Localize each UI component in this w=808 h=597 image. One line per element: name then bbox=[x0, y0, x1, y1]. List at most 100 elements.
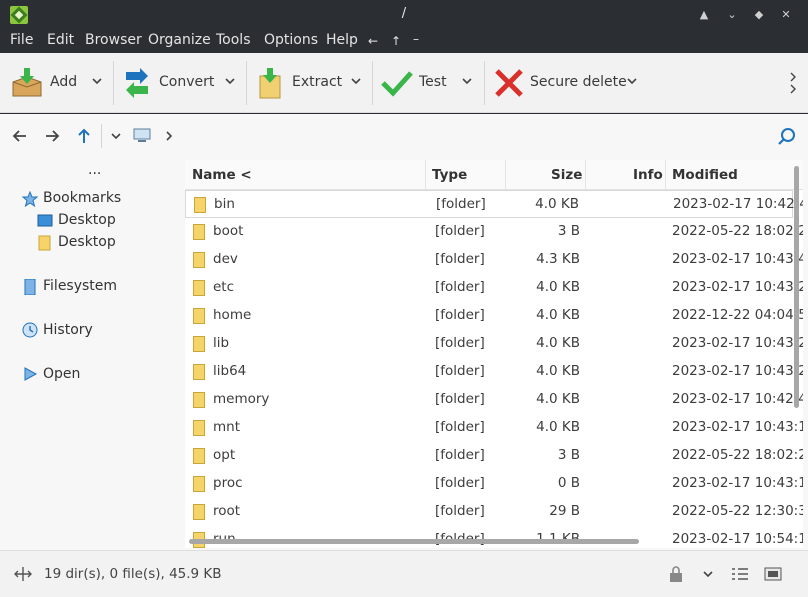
cell-size: 4.3 KB bbox=[536, 251, 580, 267]
search-icon[interactable] bbox=[777, 127, 797, 147]
sidebar-item-history[interactable]: History bbox=[43, 322, 93, 338]
cell-modified: 2023-02-17 10:42:45 bbox=[672, 391, 803, 407]
column-header-size[interactable]: Size bbox=[551, 167, 582, 183]
maximize-icon[interactable]: ◆ bbox=[751, 7, 767, 23]
folder-icon bbox=[193, 504, 205, 520]
toolbar-separator bbox=[113, 61, 114, 105]
column-header-type[interactable]: Type bbox=[432, 167, 467, 183]
minimize-icon[interactable]: ⌄ bbox=[724, 7, 740, 23]
folder-icon bbox=[193, 420, 205, 436]
cell-name: bin bbox=[214, 196, 235, 212]
column-separator[interactable] bbox=[585, 160, 586, 190]
sidebar-item-open[interactable]: Open bbox=[43, 366, 80, 382]
table-row[interactable]: etc [folder] 4.0 KB 2023-02-17 10:43:25 bbox=[185, 274, 803, 302]
menu-tools[interactable]: Tools bbox=[216, 32, 251, 48]
history-dropdown-icon[interactable] bbox=[110, 130, 122, 142]
main-area: ... Bookmarks Desktop Desktop Filesystem… bbox=[0, 158, 808, 550]
desktop-icon bbox=[37, 214, 53, 227]
cell-modified: 2023-02-17 10:43:25 bbox=[672, 363, 803, 379]
table-row[interactable]: boot [folder] 3 B 2022-05-22 18:02:25 bbox=[185, 218, 803, 246]
table-row[interactable]: root [folder] 29 B 2022-05-22 12:30:39 bbox=[185, 498, 803, 526]
table-row[interactable]: lib64 [folder] 4.0 KB 2023-02-17 10:43:25 bbox=[185, 358, 803, 386]
table-row[interactable]: bin [folder] 4.0 KB 2023-02-17 10:42:49 bbox=[185, 190, 803, 218]
sidebar-item-filesystem[interactable]: Filesystem bbox=[43, 278, 117, 294]
menu-back-icon[interactable]: ← bbox=[368, 34, 378, 48]
forward-arrow-icon[interactable] bbox=[42, 126, 62, 146]
extract-icon bbox=[259, 68, 281, 99]
convert-label: Convert bbox=[159, 74, 215, 90]
chevron-down-icon[interactable] bbox=[91, 75, 103, 87]
table-row[interactable]: memory [folder] 4.0 KB 2023-02-17 10:42:45 bbox=[185, 386, 803, 414]
secure-delete-button[interactable]: Secure delete bbox=[490, 53, 642, 113]
menu-minimize-icon[interactable]: – bbox=[413, 32, 419, 46]
status-bar: 19 dir(s), 0 file(s), 45.9 KB bbox=[0, 550, 808, 597]
folder-icon bbox=[194, 197, 206, 213]
horizontal-scrollbar[interactable] bbox=[189, 539, 639, 544]
status-text: 19 dir(s), 0 file(s), 45.9 KB bbox=[44, 566, 222, 582]
cell-size: 4.0 KB bbox=[536, 279, 580, 295]
checkmark-icon bbox=[381, 71, 413, 97]
preview-pane-icon[interactable] bbox=[764, 566, 782, 582]
cell-size: 4.0 KB bbox=[536, 363, 580, 379]
chevron-down-icon[interactable] bbox=[461, 75, 473, 87]
table-row[interactable]: mnt [folder] 4.0 KB 2023-02-17 10:43:17 bbox=[185, 414, 803, 442]
close-icon[interactable]: ✕ bbox=[778, 7, 794, 23]
menu-browser[interactable]: Browser bbox=[85, 32, 142, 48]
cell-name: proc bbox=[213, 475, 243, 491]
menu-file[interactable]: File bbox=[10, 32, 33, 48]
folder-icon bbox=[38, 235, 51, 251]
column-header-name[interactable]: Name < bbox=[192, 167, 252, 183]
convert-button[interactable]: Convert bbox=[118, 53, 242, 113]
table-row[interactable]: opt [folder] 3 B 2022-05-22 18:02:25 bbox=[185, 442, 803, 470]
chevron-down-icon[interactable] bbox=[224, 75, 236, 87]
breadcrumb-chevron-icon[interactable] bbox=[163, 130, 175, 142]
cell-modified: 2023-02-17 10:42:49 bbox=[673, 196, 803, 212]
folder-icon bbox=[193, 448, 205, 464]
address-bar bbox=[0, 114, 808, 158]
sidebar-item-desktop[interactable]: Desktop bbox=[58, 212, 116, 228]
cell-name: memory bbox=[213, 391, 270, 407]
sidebar-more[interactable]: ... bbox=[88, 162, 101, 178]
add-button[interactable]: Add bbox=[8, 53, 108, 113]
cell-type: [folder] bbox=[435, 391, 485, 407]
up-arrow-icon[interactable] bbox=[74, 126, 94, 146]
chevron-down-icon[interactable] bbox=[350, 75, 362, 87]
sidebar-item-bookmarks[interactable]: Bookmarks bbox=[43, 190, 121, 206]
table-row[interactable]: lib [folder] 4.0 KB 2023-02-17 10:43:25 bbox=[185, 330, 803, 358]
menu-help[interactable]: Help bbox=[326, 32, 358, 48]
table-row[interactable]: home [folder] 4.0 KB 2022-12-22 04:04:53 bbox=[185, 302, 803, 330]
column-separator[interactable] bbox=[425, 160, 426, 190]
column-header-modified[interactable]: Modified bbox=[672, 167, 738, 183]
menu-options[interactable]: Options bbox=[264, 32, 318, 48]
table-row[interactable]: run[folder]1.1 KB2023-02-17 10:54:17 bbox=[185, 526, 803, 548]
folder-icon bbox=[193, 252, 205, 268]
back-arrow-icon[interactable] bbox=[10, 126, 30, 146]
lock-icon[interactable] bbox=[668, 565, 684, 583]
table-row[interactable]: dev [folder] 4.3 KB 2023-02-17 10:43:46 bbox=[185, 246, 803, 274]
extract-button[interactable]: Extract bbox=[252, 53, 368, 113]
window-title: / bbox=[401, 6, 407, 21]
chevron-down-icon[interactable] bbox=[626, 75, 638, 87]
cell-size: 4.0 KB bbox=[535, 196, 579, 212]
test-button[interactable]: Test bbox=[378, 53, 480, 113]
column-header-info[interactable]: Info bbox=[633, 167, 663, 183]
computer-icon[interactable] bbox=[133, 128, 151, 144]
add-archive-icon bbox=[12, 68, 42, 97]
menu-edit[interactable]: Edit bbox=[47, 32, 74, 48]
chevron-down-icon[interactable] bbox=[702, 568, 714, 580]
menu-up-icon[interactable]: ↑ bbox=[391, 34, 401, 48]
details-view-icon[interactable] bbox=[731, 566, 749, 582]
cell-modified: 2022-12-22 04:04:53 bbox=[672, 307, 803, 323]
menu-organize[interactable]: Organize bbox=[148, 32, 211, 48]
keep-above-icon[interactable]: ▲ bbox=[696, 7, 712, 23]
column-separator[interactable] bbox=[505, 160, 506, 190]
vertical-scrollbar[interactable] bbox=[794, 166, 799, 408]
table-row[interactable]: proc [folder] 0 B 2023-02-17 10:43:15 bbox=[185, 470, 803, 498]
app-window: / ▲ ⌄ ◆ ✕ File Edit Browser Organize Too… bbox=[0, 0, 808, 597]
sidebar-item-desktop-folder[interactable]: Desktop bbox=[58, 234, 116, 250]
column-separator[interactable] bbox=[665, 160, 666, 190]
cell-name: etc bbox=[213, 279, 235, 295]
history-clock-icon bbox=[22, 322, 38, 338]
toolbar-overflow-icon[interactable] bbox=[790, 71, 798, 95]
resize-handle-icon[interactable] bbox=[14, 566, 32, 582]
